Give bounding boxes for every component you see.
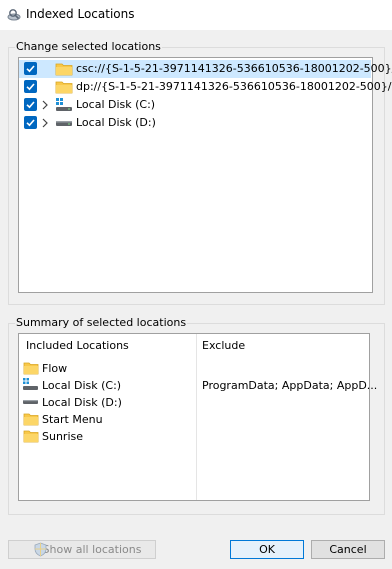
cancel-button[interactable]: Cancel — [311, 540, 385, 559]
drive-icon — [56, 121, 72, 126]
summary-label: Summary of selected locations — [15, 316, 188, 329]
summary-location: Sunrise — [42, 430, 84, 443]
tree-item-label: dp://{S-1-5-21-3971141326-536610536-1800… — [76, 80, 392, 93]
checkbox-csc[interactable] — [24, 62, 37, 75]
folder-icon — [55, 81, 73, 94]
tree-item-local-disk-d[interactable]: Local Disk (D:) — [19, 114, 371, 132]
tree-item-csc[interactable]: csc://{S-1-5-21-3971141326-536610536-180… — [19, 60, 392, 78]
folder-icon — [55, 63, 73, 76]
tree-item-dp[interactable]: dp://{S-1-5-21-3971141326-536610536-1800… — [19, 78, 392, 96]
check-icon — [26, 83, 35, 91]
summary-location: Local Disk (D:) — [42, 396, 122, 409]
summary-row: Local Disk (D:) — [23, 395, 383, 411]
checkbox-local-disk-d[interactable] — [24, 116, 37, 129]
column-header-included[interactable]: Included Locations — [26, 339, 129, 352]
shield-icon — [34, 542, 47, 557]
summary-list[interactable]: Included Locations Exclude Flow Local Di… — [18, 333, 377, 501]
ok-label: OK — [259, 543, 275, 556]
tree-item-label: csc://{S-1-5-21-3971141326-536610536-180… — [76, 62, 392, 75]
folder-icon — [23, 413, 39, 426]
chevron-right-icon[interactable] — [40, 99, 50, 111]
check-icon — [26, 101, 35, 109]
tree-item-local-disk-c[interactable]: Local Disk (C:) — [19, 96, 371, 114]
tree-item-label: Local Disk (D:) — [76, 116, 156, 129]
summary-exclude: ProgramData; AppData; AppD... — [202, 379, 378, 392]
locations-tree[interactable]: csc://{S-1-5-21-3971141326-536610536-180… — [18, 57, 392, 293]
indexing-options-icon — [7, 9, 21, 21]
summary-row: Flow — [23, 361, 383, 377]
checkbox-local-disk-c[interactable] — [24, 98, 37, 111]
title-bar: Indexed Locations — [0, 0, 392, 30]
ok-button[interactable]: OK — [230, 540, 304, 559]
cancel-label: Cancel — [329, 543, 367, 556]
check-icon — [26, 119, 35, 127]
column-header-exclude[interactable]: Exclude — [202, 339, 245, 352]
checkbox-dp[interactable] — [24, 80, 37, 93]
check-icon — [26, 65, 35, 73]
drive-icon — [23, 400, 38, 404]
folder-icon — [23, 362, 39, 375]
summary-location: Local Disk (C:) — [42, 379, 122, 392]
folder-icon — [23, 430, 39, 443]
summary-location: Start Menu — [42, 413, 103, 426]
summary-location: Flow — [42, 362, 68, 375]
change-locations-label: Change selected locations — [15, 40, 162, 53]
tree-item-label: Local Disk (C:) — [76, 98, 156, 111]
chevron-right-icon[interactable] — [40, 117, 50, 129]
show-all-locations-button[interactable]: Show all locations — [8, 540, 156, 559]
summary-row: Sunrise — [23, 429, 383, 445]
windows-drive-icon — [56, 98, 72, 111]
window-title: Indexed Locations — [26, 7, 135, 21]
windows-drive-icon — [23, 378, 38, 390]
summary-row: Local Disk (C:) ProgramData; AppData; Ap… — [23, 378, 383, 394]
summary-row: Start Menu — [23, 412, 383, 428]
